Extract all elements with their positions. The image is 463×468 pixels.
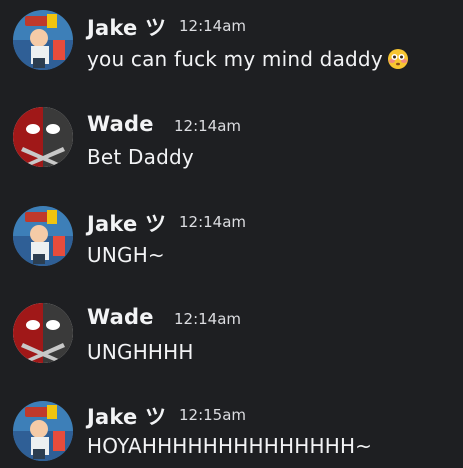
- chat-message-list: Jake ツ 12:14am you can fuck my mind dadd…: [0, 0, 463, 468]
- jake-avatar[interactable]: [13, 206, 73, 266]
- message-item: Jake ツ 12:14am UNGH~: [0, 196, 463, 267]
- message-text: you can fuck my mind daddy: [87, 47, 409, 71]
- message-timestamp: 12:14am: [174, 117, 242, 135]
- wade-avatar[interactable]: [13, 107, 73, 167]
- message-item: Jake ツ 12:14am you can fuck my mind dadd…: [0, 0, 463, 71]
- message-timestamp: 12:15am: [179, 406, 247, 424]
- jake-avatar[interactable]: [13, 10, 73, 70]
- message-timestamp: 12:14am: [179, 17, 247, 35]
- message-author[interactable]: Jake ツ: [87, 208, 166, 238]
- message-author[interactable]: Wade: [87, 112, 154, 136]
- jake-avatar[interactable]: [13, 401, 73, 461]
- message-text: Bet Daddy: [87, 145, 194, 169]
- message-text: UNGHHHH: [87, 340, 194, 364]
- message-timestamp: 12:14am: [174, 310, 242, 328]
- message-timestamp: 12:14am: [179, 213, 247, 231]
- message-text: UNGH~: [87, 243, 165, 267]
- message-text: HOYAHHHHHHHHHHHHHH~: [87, 434, 373, 458]
- message-author[interactable]: Jake ツ: [87, 401, 166, 431]
- message-item: Wade 12:14am UNGHHHH: [0, 293, 463, 364]
- wade-avatar[interactable]: [13, 303, 73, 363]
- message-item: Wade 12:14am Bet Daddy: [0, 97, 463, 169]
- message-item: Jake ツ 12:15am HOYAHHHHHHHHHHHHHH~: [0, 391, 463, 461]
- message-author[interactable]: Wade: [87, 305, 154, 329]
- flushed-face-icon: [387, 48, 409, 70]
- message-author[interactable]: Jake ツ: [87, 12, 166, 42]
